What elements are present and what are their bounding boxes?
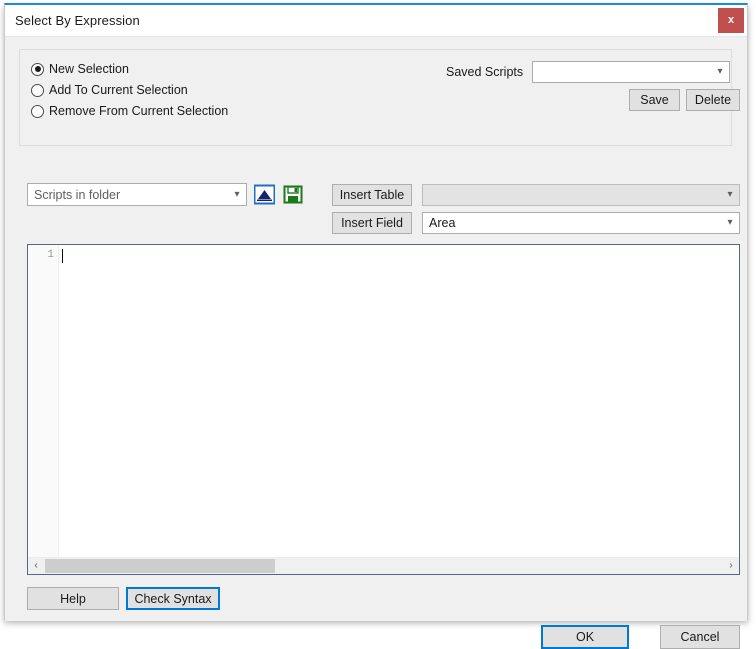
open-script-icon[interactable] xyxy=(253,184,276,205)
ok-button[interactable]: OK xyxy=(541,625,629,649)
selection-options-group: New Selection Add To Current Selection R… xyxy=(19,49,740,146)
close-icon[interactable]: x xyxy=(718,8,744,33)
cancel-button[interactable]: Cancel xyxy=(660,625,740,649)
text-caret xyxy=(62,249,63,263)
scripts-folder-dropdown[interactable]: Scripts in folder ▾ xyxy=(27,183,247,206)
check-syntax-button[interactable]: Check Syntax xyxy=(126,587,220,610)
title-bar: Select By Expression x xyxy=(5,5,747,37)
expression-input[interactable] xyxy=(59,245,739,557)
radio-remove-from-current-selection[interactable]: Remove From Current Selection xyxy=(31,104,228,118)
save-button[interactable]: Save xyxy=(629,89,680,111)
insert-field-button[interactable]: Insert Field xyxy=(332,212,412,234)
help-button[interactable]: Help xyxy=(27,587,119,610)
delete-button[interactable]: Delete xyxy=(686,89,740,111)
scripts-folder-value: Scripts in folder xyxy=(34,187,121,202)
save-script-icon[interactable] xyxy=(283,184,304,205)
scroll-left-icon[interactable]: ‹ xyxy=(28,558,44,574)
radio-new-selection-mark[interactable] xyxy=(31,62,44,76)
chevron-down-icon: ▾ xyxy=(727,189,733,200)
field-value: Area xyxy=(429,216,456,230)
radio-remove-from-current-selection-label: Remove From Current Selection xyxy=(49,104,229,118)
dialog-window: Select By Expression x New Selection Add… xyxy=(4,3,748,649)
horizontal-scrollbar[interactable]: ‹ › xyxy=(28,557,739,574)
chevron-down-icon: ▾ xyxy=(727,217,733,228)
expression-editor[interactable]: 1 ‹ › xyxy=(27,244,740,575)
radio-remove-from-current-selection-mark[interactable] xyxy=(31,104,44,118)
radio-new-selection-label: New Selection xyxy=(49,62,129,76)
radio-add-to-current-selection[interactable]: Add To Current Selection xyxy=(31,83,188,97)
dialog-body: New Selection Add To Current Selection R… xyxy=(5,37,747,649)
radio-add-to-current-selection-mark[interactable] xyxy=(31,83,44,97)
radio-new-selection[interactable]: New Selection xyxy=(31,62,129,76)
chevron-down-icon: ▾ xyxy=(234,188,240,200)
editor-gutter: 1 xyxy=(28,245,59,574)
page-title: Select By Expression xyxy=(15,13,140,28)
insert-table-button[interactable]: Insert Table xyxy=(332,184,412,206)
chevron-down-icon: ▾ xyxy=(717,66,723,77)
scroll-right-icon[interactable]: › xyxy=(723,558,739,574)
line-number: 1 xyxy=(47,249,54,261)
scrollbar-thumb[interactable] xyxy=(45,559,275,573)
table-dropdown[interactable]: ▾ xyxy=(422,184,740,206)
saved-scripts-dropdown[interactable]: ▾ xyxy=(532,61,730,83)
radio-add-to-current-selection-label: Add To Current Selection xyxy=(49,83,188,97)
field-dropdown[interactable]: Area ▾ xyxy=(422,212,740,234)
saved-scripts-label: Saved Scripts xyxy=(446,65,524,79)
